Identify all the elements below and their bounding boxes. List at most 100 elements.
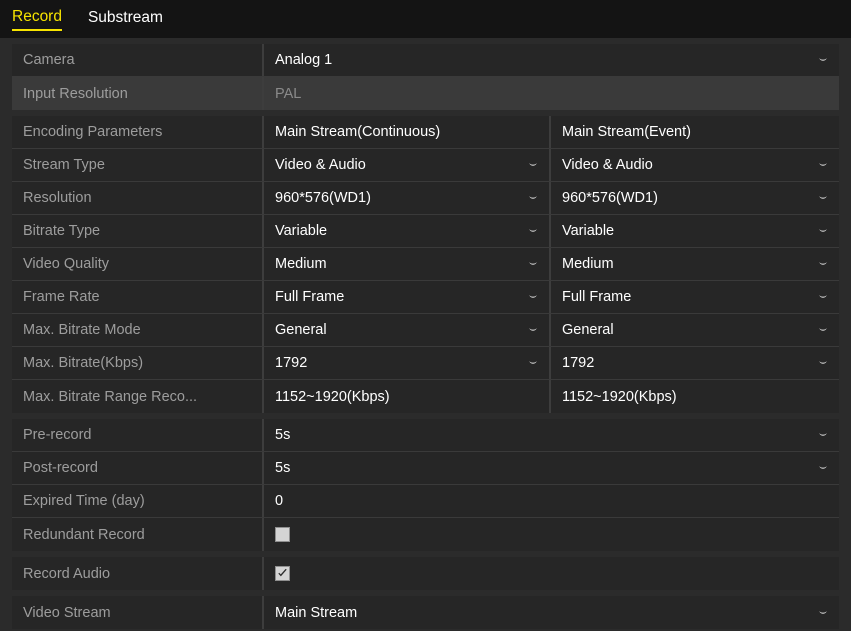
chevron-down-icon[interactable]	[817, 462, 829, 474]
select-post-record-text: 5s	[275, 460, 291, 476]
select-max-bitrate-mode-event-text: General	[562, 322, 614, 338]
table-row: Pre-record 5s	[12, 419, 839, 452]
row-label-frame-rate: Frame Rate	[12, 281, 264, 313]
value-max-bitrate-range-recommended-event: 1152~1920(Kbps)	[551, 380, 839, 413]
chevron-down-icon[interactable]	[817, 159, 829, 171]
select-stream-type-continuous[interactable]: Video & Audio	[264, 149, 551, 181]
table-row: Video Quality Medium Medium	[12, 248, 839, 281]
select-pre-record-text: 5s	[275, 427, 291, 443]
row-label-encoding-parameters: Encoding Parameters	[12, 116, 264, 148]
chevron-down-icon[interactable]	[817, 324, 829, 336]
chevron-down-icon[interactable]	[527, 192, 539, 204]
checkbox-record-audio[interactable]	[275, 566, 290, 581]
value-input-resolution-text: PAL	[275, 85, 302, 102]
select-video-stream[interactable]: Main Stream	[264, 596, 839, 629]
checkmark-icon	[278, 568, 287, 577]
record-settings-page: Record Substream Camera Analog 1 Input Reso…	[0, 0, 851, 631]
table-row: Max. Bitrate(Kbps) 1792 1792	[12, 347, 839, 380]
select-resolution-continuous-text: 960*576(WD1)	[275, 190, 371, 206]
row-label-bitrate-type: Bitrate Type	[12, 215, 264, 247]
checkbox-cell-record-audio	[264, 557, 839, 590]
value-encoding-parameters-continuous-text: Main Stream(Continuous)	[275, 124, 441, 140]
settings-table: Camera Analog 1 Input Resolution PAL Encodin…	[0, 38, 851, 631]
select-resolution-event-text: 960*576(WD1)	[562, 190, 658, 206]
select-video-quality-continuous-text: Medium	[275, 256, 327, 272]
chevron-down-icon[interactable]	[527, 291, 539, 303]
select-stream-type-continuous-text: Video & Audio	[275, 157, 366, 173]
select-stream-type-event-text: Video & Audio	[562, 157, 653, 173]
value-encoding-parameters-event-text: Main Stream(Event)	[562, 124, 691, 140]
chevron-down-icon[interactable]	[817, 357, 829, 369]
table-row: Frame Rate Full Frame Full Frame	[12, 281, 839, 314]
select-max-bitrate-mode-continuous-text: General	[275, 322, 327, 338]
select-max-bitrate-kbps-continuous[interactable]: 1792	[264, 347, 551, 379]
table-row: Record Audio	[12, 557, 839, 590]
select-frame-rate-continuous-text: Full Frame	[275, 289, 345, 305]
select-bitrate-type-event[interactable]: Variable	[551, 215, 839, 247]
row-label-input-resolution: Input Resolution	[12, 77, 264, 110]
chevron-down-icon[interactable]	[817, 258, 829, 270]
chevron-down-icon[interactable]	[817, 225, 829, 237]
value-encoding-parameters-event: Main Stream(Event)	[551, 116, 839, 148]
table-row: Camera Analog 1	[12, 44, 839, 77]
select-max-bitrate-mode-continuous[interactable]: General	[264, 314, 551, 346]
table-row: Stream Type Video & Audio Video & Audio	[12, 149, 839, 182]
row-label-max-bitrate-kbps: Max. Bitrate(Kbps)	[12, 347, 264, 379]
tab-record[interactable]: Record	[12, 7, 62, 31]
table-row: Expired Time (day) 0	[12, 485, 839, 518]
row-label-video-stream: Video Stream	[12, 596, 264, 629]
select-pre-record[interactable]: 5s	[264, 419, 839, 451]
video-stream-group: Video Stream Main Stream	[12, 596, 839, 629]
select-post-record[interactable]: 5s	[264, 452, 839, 484]
table-row: Encoding Parameters Main Stream(Continuou…	[12, 116, 839, 149]
value-max-bitrate-range-recommended-continuous: 1152~1920(Kbps)	[264, 380, 551, 413]
value-encoding-parameters-continuous: Main Stream(Continuous)	[264, 116, 551, 148]
select-max-bitrate-mode-event[interactable]: General	[551, 314, 839, 346]
row-label-post-record: Post-record	[12, 452, 264, 484]
row-label-camera: Camera	[12, 44, 264, 76]
row-label-video-quality: Video Quality	[12, 248, 264, 280]
select-max-bitrate-kbps-event[interactable]: 1792	[551, 347, 839, 379]
row-label-resolution: Resolution	[12, 182, 264, 214]
chevron-down-icon[interactable]	[527, 258, 539, 270]
table-row: Video Stream Main Stream	[12, 596, 839, 629]
value-max-bitrate-range-recommended-continuous-text: 1152~1920(Kbps)	[275, 388, 390, 405]
camera-group: Camera Analog 1 Input Resolution PAL	[12, 44, 839, 110]
row-label-max-bitrate-mode: Max. Bitrate Mode	[12, 314, 264, 346]
chevron-down-icon[interactable]	[527, 357, 539, 369]
chevron-down-icon[interactable]	[817, 607, 829, 619]
select-stream-type-event[interactable]: Video & Audio	[551, 149, 839, 181]
checkbox-cell-redundant-record	[264, 518, 839, 551]
chevron-down-icon[interactable]	[817, 429, 829, 441]
select-frame-rate-event-text: Full Frame	[562, 289, 632, 305]
select-video-quality-continuous[interactable]: Medium	[264, 248, 551, 280]
select-video-stream-text: Main Stream	[275, 604, 358, 621]
select-bitrate-type-event-text: Variable	[562, 223, 615, 239]
row-label-expired-time-day: Expired Time (day)	[12, 485, 264, 517]
chevron-down-icon[interactable]	[527, 159, 539, 171]
encoding-group: Encoding Parameters Main Stream(Continuou…	[12, 116, 839, 413]
select-video-quality-event[interactable]: Medium	[551, 248, 839, 280]
audio-group: Record Audio	[12, 557, 839, 590]
table-row: Input Resolution PAL	[12, 77, 839, 110]
value-max-bitrate-range-recommended-event-text: 1152~1920(Kbps)	[562, 388, 677, 405]
chevron-down-icon[interactable]	[817, 291, 829, 303]
input-expired-time-day[interactable]: 0	[264, 485, 839, 517]
select-resolution-continuous[interactable]: 960*576(WD1)	[264, 182, 551, 214]
checkbox-redundant-record[interactable]	[275, 527, 290, 542]
value-input-resolution: PAL	[264, 77, 839, 110]
chevron-down-icon[interactable]	[817, 192, 829, 204]
select-resolution-event[interactable]: 960*576(WD1)	[551, 182, 839, 214]
select-frame-rate-event[interactable]: Full Frame	[551, 281, 839, 313]
select-frame-rate-continuous[interactable]: Full Frame	[264, 281, 551, 313]
row-label-redundant-record: Redundant Record	[12, 518, 264, 551]
chevron-down-icon[interactable]	[527, 324, 539, 336]
tab-substream[interactable]: Substream	[88, 8, 163, 30]
table-row: Post-record 5s	[12, 452, 839, 485]
chevron-down-icon[interactable]	[527, 225, 539, 237]
select-bitrate-type-continuous[interactable]: Variable	[264, 215, 551, 247]
select-camera[interactable]: Analog 1	[264, 44, 839, 76]
row-label-record-audio: Record Audio	[12, 557, 264, 590]
table-row: Max. Bitrate Mode General General	[12, 314, 839, 347]
chevron-down-icon[interactable]	[817, 54, 829, 66]
